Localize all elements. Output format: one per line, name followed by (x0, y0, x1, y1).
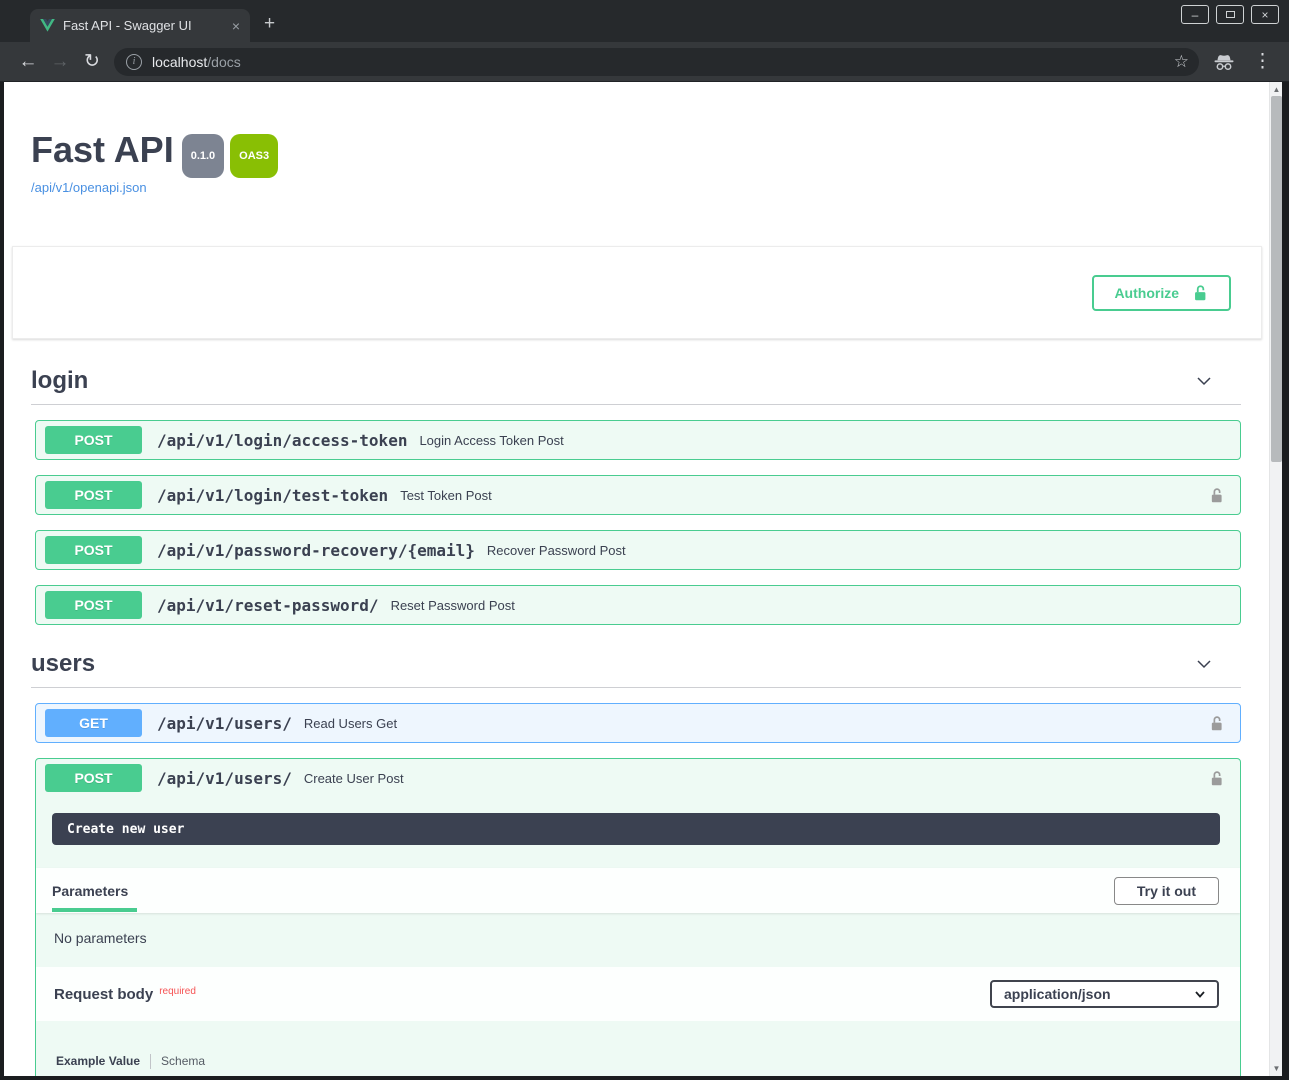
parameters-tab[interactable]: Parameters (52, 883, 128, 899)
page-title: Fast API0.1.0OAS3 (31, 130, 1241, 174)
unlock-icon (1191, 284, 1209, 302)
scheme-container: Authorize (12, 246, 1262, 339)
media-type-select[interactable]: application/json (990, 980, 1219, 1008)
minimize-button[interactable]: – (1181, 5, 1209, 24)
tab-title: Fast API - Swagger UI (63, 18, 224, 33)
chevron-down-icon[interactable] (1194, 654, 1214, 674)
scrollbar-thumb[interactable] (1271, 96, 1282, 462)
window-titlebar: Fast API - Swagger UI × + – × (0, 0, 1289, 42)
version-badge: 0.1.0 (182, 134, 224, 178)
address-bar[interactable]: i localhost/docs ☆ (114, 48, 1199, 76)
tag-section-users: users GET /api/v1/users/ Read Users Get (31, 650, 1241, 1076)
auth-lock-button[interactable] (1203, 487, 1230, 504)
op-path: /api/v1/users/ (157, 714, 292, 733)
authorize-button[interactable]: Authorize (1092, 275, 1231, 311)
example-tabs: Example Value Schema (56, 1053, 1240, 1069)
reload-button[interactable]: ↻ (76, 50, 108, 73)
op-row[interactable]: POST /api/v1/reset-password/ Reset Passw… (35, 585, 1241, 625)
op-summary: Test Token Post (400, 488, 1203, 503)
chevron-down-icon (1193, 987, 1207, 1001)
op-summary: Login Access Token Post (419, 433, 1230, 448)
browser-tab[interactable]: Fast API - Swagger UI × (30, 9, 250, 42)
method-badge: POST (45, 591, 142, 619)
tag-title: users (31, 650, 95, 678)
method-badge: POST (45, 764, 142, 792)
site-info-icon[interactable]: i (126, 54, 142, 70)
required-badge: required (159, 986, 196, 997)
browser-toolbar: ← → ↻ i localhost/docs ☆ ⋮ (0, 42, 1289, 82)
op-summary: Reset Password Post (391, 598, 1230, 613)
media-type-value: application/json (1004, 986, 1111, 1002)
back-button[interactable]: ← (12, 51, 44, 73)
example-value-tab[interactable]: Example Value (56, 1054, 140, 1068)
auth-lock-button[interactable] (1203, 715, 1230, 732)
openapi-spec-link[interactable]: /api/v1/openapi.json (31, 180, 147, 195)
no-parameters-text: No parameters (36, 913, 1240, 967)
new-tab-button[interactable]: + (264, 14, 275, 33)
op-row-expanded: POST /api/v1/users/ Create User Post Cre… (35, 758, 1241, 1076)
maximize-button[interactable] (1216, 5, 1244, 24)
op-path: /api/v1/login/access-token (157, 431, 407, 450)
schema-tab[interactable]: Schema (161, 1054, 205, 1068)
request-body-text: Request body (54, 986, 153, 1003)
api-title-text: Fast API (31, 129, 174, 170)
method-badge: POST (45, 426, 142, 454)
try-it-out-button[interactable]: Try it out (1114, 877, 1219, 905)
op-row[interactable]: GET /api/v1/users/ Read Users Get (35, 703, 1241, 743)
scroll-down-icon[interactable]: ▼ (1270, 1062, 1282, 1075)
method-badge: POST (45, 481, 142, 509)
page-viewport: Fast API0.1.0OAS3 /api/v1/openapi.json A… (4, 82, 1282, 1076)
tag-section-login: login POST /api/v1/login/access-token Lo… (31, 367, 1241, 625)
oas3-badge: OAS3 (230, 134, 278, 178)
bookmark-star-icon[interactable]: ☆ (1174, 52, 1189, 72)
authorize-label: Authorize (1114, 285, 1179, 301)
tab-divider (150, 1054, 151, 1069)
op-summary: Create User Post (304, 771, 1203, 786)
scroll-up-icon[interactable]: ▲ (1270, 83, 1282, 96)
lock-open-icon (1208, 715, 1225, 732)
op-row[interactable]: POST /api/v1/users/ Create User Post (36, 759, 1240, 797)
lock-open-icon (1208, 770, 1225, 787)
forward-button[interactable]: → (44, 51, 76, 73)
op-summary: Recover Password Post (487, 543, 1230, 558)
url-host: localhost (152, 54, 207, 70)
op-description: Create new user (52, 813, 1220, 845)
tag-title: login (31, 367, 88, 395)
op-path: /api/v1/login/test-token (157, 486, 388, 505)
op-row[interactable]: POST /api/v1/login/test-token Test Token… (35, 475, 1241, 515)
lock-open-icon (1208, 487, 1225, 504)
tag-header-users[interactable]: users (31, 650, 1241, 688)
chevron-down-icon[interactable] (1194, 371, 1214, 391)
close-tab-icon[interactable]: × (232, 18, 240, 34)
maximize-icon (1226, 11, 1235, 18)
method-badge: POST (45, 536, 142, 564)
active-tab-underline (52, 908, 137, 912)
url-path: /docs (207, 54, 240, 70)
op-row[interactable]: POST /api/v1/login/access-token Login Ac… (35, 420, 1241, 460)
tag-header-login[interactable]: login (31, 367, 1241, 405)
auth-lock-button[interactable] (1203, 770, 1230, 787)
request-body-label: Request body required (54, 986, 196, 1003)
parameters-tab-label: Parameters (52, 883, 128, 899)
close-window-button[interactable]: × (1251, 5, 1279, 24)
method-badge: GET (45, 709, 142, 737)
op-summary: Read Users Get (304, 716, 1203, 731)
op-row[interactable]: POST /api/v1/password-recovery/{email} R… (35, 530, 1241, 570)
page-scrollbar[interactable]: ▲ ▼ (1269, 82, 1282, 1076)
request-body-header: Request body required application/json (36, 967, 1240, 1021)
swagger-page: Fast API0.1.0OAS3 /api/v1/openapi.json A… (4, 82, 1269, 1076)
browser-menu-button[interactable]: ⋮ (1253, 50, 1272, 73)
url-text[interactable]: localhost/docs (152, 54, 1174, 70)
op-path: /api/v1/password-recovery/{email} (157, 541, 475, 560)
parameters-header: Parameters Try it out (36, 868, 1240, 913)
incognito-icon (1213, 52, 1235, 72)
op-path: /api/v1/reset-password/ (157, 596, 379, 615)
favicon-vue-logo-icon (40, 19, 55, 32)
op-path: /api/v1/users/ (157, 769, 292, 788)
